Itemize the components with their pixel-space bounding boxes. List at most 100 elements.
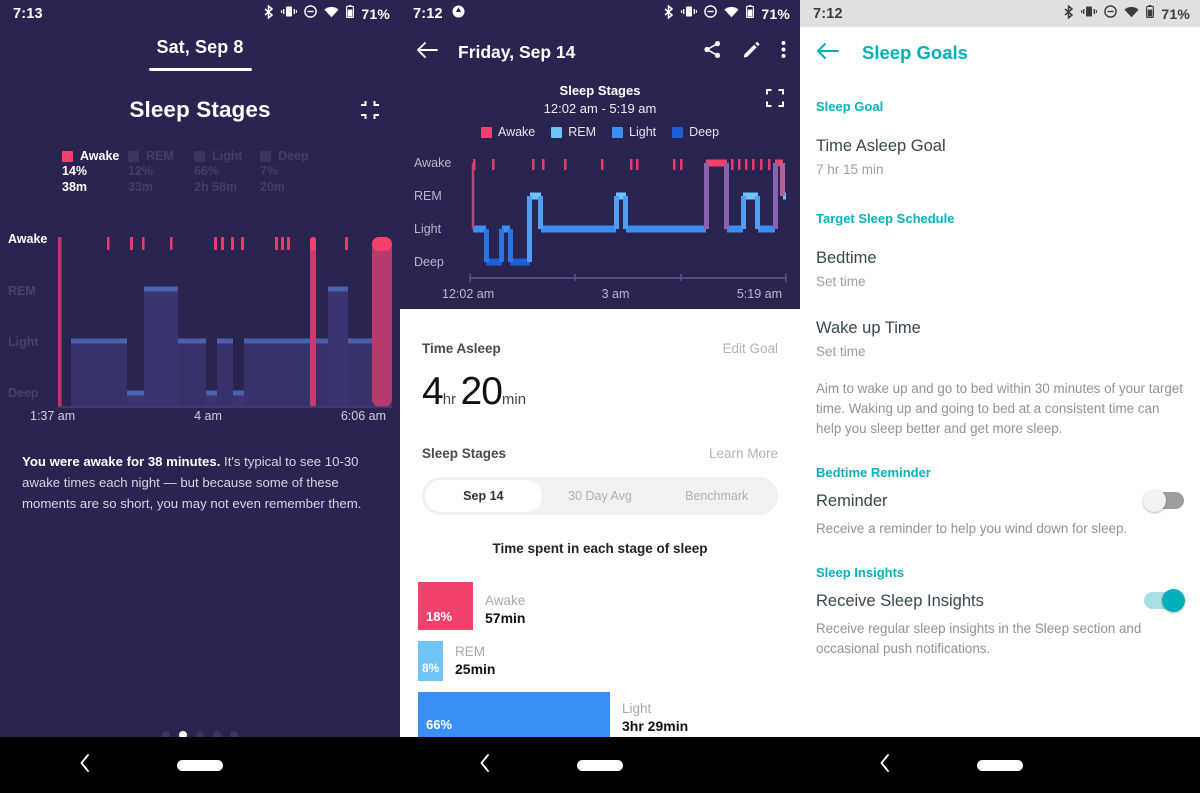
expand-icon[interactable] <box>766 89 784 112</box>
status-icons: 71% <box>663 4 790 23</box>
status-bar: 7:12 71% <box>400 0 800 27</box>
stage-bar-list: 18% Awake 57min 8% REM 25min 66% Light 3… <box>400 582 800 738</box>
setting-bedtime[interactable]: Bedtime Set time <box>816 247 1184 291</box>
time-asleep-header: Time Asleep Edit Goal <box>422 341 778 356</box>
edit-goal-button[interactable]: Edit Goal <box>722 341 778 356</box>
collapse-icon[interactable] <box>360 100 380 125</box>
battery-percent: 71% <box>361 5 390 22</box>
setting-receive-sleep-insights: Receive Sleep Insights <box>816 589 1185 612</box>
hypnogram-connectors <box>471 163 785 262</box>
battery-icon <box>346 5 355 22</box>
legend-pct-awake: 14% <box>62 164 88 178</box>
nav-home-pill[interactable] <box>977 759 1023 771</box>
nav-back-icon[interactable] <box>878 753 892 778</box>
tab-benchmark[interactable]: Benchmark <box>658 480 775 512</box>
setting-time-asleep-goal[interactable]: Time Asleep Goal 7 hr 15 min <box>816 135 1184 179</box>
time-asleep-minutes: 20 <box>460 370 503 413</box>
battery-icon <box>1146 5 1155 22</box>
setting-value: Set time <box>816 274 866 289</box>
toggle-knob <box>1162 589 1185 612</box>
tab-30-day-avg[interactable]: 30 Day Avg <box>542 480 659 512</box>
legend-pct-deep: 7% <box>260 164 279 178</box>
stage-tabs: Sep 14 30 Day Avg Benchmark <box>422 477 778 515</box>
target-schedule-description: Aim to wake up and go to bed within 30 m… <box>816 381 1183 436</box>
reminder-toggle[interactable] <box>1143 489 1184 512</box>
stage-breakdown-title: Time spent in each stage of sleep <box>492 541 708 556</box>
android-nav-bar <box>0 737 400 793</box>
legend-item-light[interactable]: Light 66% 2h 58m <box>194 149 260 195</box>
back-icon[interactable] <box>816 42 840 65</box>
wifi-icon <box>1124 6 1139 22</box>
legend-label-deep: Deep <box>278 149 309 163</box>
nav-back-icon[interactable] <box>78 753 92 778</box>
stage-legend: Awake 14% 38m REM 12% 33m Light 66% 2h 5… <box>62 149 400 195</box>
hypnogram-x-labels: 1:37 am 4 am 6:06 am <box>0 409 400 423</box>
stage-bar-row-awake: 18% Awake 57min <box>418 582 800 630</box>
sleep-insights-toggle[interactable] <box>1144 589 1185 612</box>
dark-header-region: 7:12 71% Friday, Sep 14 Sleep Stages 12:… <box>400 0 800 309</box>
stage-name-light: Light <box>622 701 652 716</box>
date-label: Sat, Sep 8 <box>156 37 244 57</box>
time-asleep-section: Time Asleep Edit Goal 4hr 20min <box>400 341 800 414</box>
x-label-end: 6:06 am <box>340 409 386 423</box>
x-label-mid: 3 am <box>601 287 630 301</box>
legend-label-rem: REM <box>146 149 174 163</box>
reminder-description: Receive a reminder to help you wind down… <box>816 521 1128 536</box>
sleep-stages-label: Sleep Stages <box>422 446 507 461</box>
nav-back-icon[interactable] <box>478 753 492 778</box>
hypnogram-chart-panel1: Awake REM Light Deep 1:37 am 4 am 6:06 a… <box>0 213 400 423</box>
dnd-icon <box>1104 5 1118 22</box>
bluetooth-icon <box>1063 4 1074 23</box>
edit-icon[interactable] <box>742 40 761 64</box>
section-header-sleep-goal: Sleep Goal <box>816 99 884 114</box>
legend-item-deep[interactable]: Deep 7% 20m <box>260 149 326 195</box>
x-label-mid: 4 am <box>194 409 222 423</box>
sleep-stages-header: Sleep Stages Learn More <box>422 446 778 461</box>
nav-home-pill[interactable] <box>177 759 223 771</box>
back-icon[interactable] <box>416 41 438 64</box>
setting-title: Wake up Time <box>816 319 921 337</box>
section-header-target-sleep-schedule: Target Sleep Schedule <box>816 211 955 226</box>
stage-time-awake: 57min <box>485 610 526 626</box>
legend-swatch-light <box>194 150 205 162</box>
setting-wake-up-time[interactable]: Wake up Time Set time <box>816 317 1184 361</box>
overflow-icon[interactable] <box>781 40 786 64</box>
legend-item-awake[interactable]: Awake 14% 38m <box>62 149 128 195</box>
vibrate-icon <box>281 5 298 22</box>
panel-sleep-stages-dark: 7:13 71% Sat, Sep 8 Sleep Stages Awake 1… <box>0 0 400 793</box>
hypnogram-plot <box>469 159 787 282</box>
android-nav-bar <box>800 737 1200 793</box>
chart-legend-deep: Deep <box>672 125 719 139</box>
time-asleep-minutes-unit: min <box>501 391 527 408</box>
legend-swatch-deep <box>260 150 271 162</box>
page-title: Sleep Goals <box>862 42 968 63</box>
stage-bar-label-rem: REM 25min <box>443 643 495 681</box>
app-bar: Friday, Sep 14 <box>400 27 800 77</box>
stage-bar-rem: 8% <box>418 641 443 681</box>
chart-header: Sleep Stages 12:02 am - 5:19 am <box>400 83 800 116</box>
three-screenshot-strip: 7:13 71% Sat, Sep 8 Sleep Stages Awake 1… <box>0 0 1200 793</box>
chart-legend-rem: REM <box>551 125 596 139</box>
hypnogram-fill-area <box>71 289 392 407</box>
nav-home-pill[interactable] <box>577 759 623 771</box>
legend-dur-light: 2h 58m <box>194 180 238 194</box>
sleep-stages-section-header: Sleep Stages Learn More <box>400 446 800 461</box>
stage-bar-pct-rem: 8% <box>422 661 440 675</box>
stage-bar-light: 66% <box>418 692 610 738</box>
sleep-insights-description: Receive regular sleep insights in the Sl… <box>816 621 1142 656</box>
time-asleep-value: 4hr 20min <box>422 370 778 414</box>
legend-item-rem[interactable]: REM 12% 33m <box>128 149 194 195</box>
status-icons: 71% <box>1063 4 1190 23</box>
tab-sep-14[interactable]: Sep 14 <box>425 480 542 512</box>
legend-dur-deep: 20m <box>260 180 286 194</box>
setting-title: Reminder <box>816 492 888 510</box>
share-icon[interactable] <box>703 40 722 64</box>
app-bar-title: Friday, Sep 14 <box>458 41 576 62</box>
app-bar: Sleep Goals <box>800 27 1200 79</box>
setting-reminder: Reminder <box>816 489 1184 512</box>
setting-value: Set time <box>816 344 866 359</box>
hypnogram-x-labels: 12:02 am 3 am 5:19 am <box>400 285 800 301</box>
learn-more-link[interactable]: Learn More <box>709 446 778 461</box>
panel-sleep-detail: 7:12 71% Friday, Sep 14 Sleep Stages 12:… <box>400 0 800 793</box>
stage-bar-label-light: Light 3hr 29min <box>610 700 688 738</box>
